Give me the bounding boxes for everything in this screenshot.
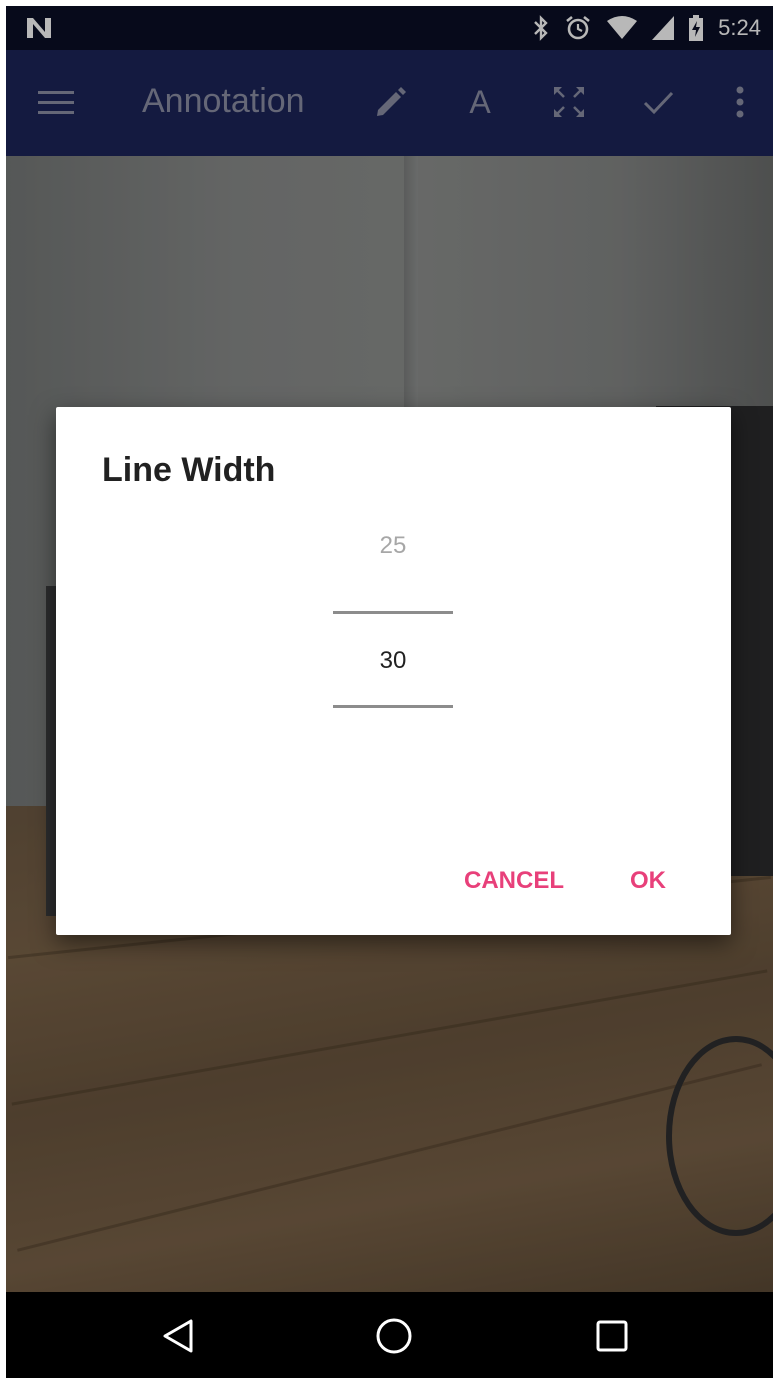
- ok-button[interactable]: OK: [630, 867, 666, 895]
- line-width-dialog: Line Width 25 30 CANCEL OK: [56, 407, 731, 935]
- picker-previous-value[interactable]: 25: [333, 532, 453, 560]
- picker-current-value[interactable]: 30: [333, 647, 453, 675]
- home-icon: [376, 1318, 412, 1354]
- home-button[interactable]: [372, 1314, 416, 1358]
- navigation-bar: [6, 1292, 773, 1378]
- recents-icon: [596, 1320, 628, 1352]
- screen: 5:24 Annotation A Line Width 25 30 CANCE…: [6, 6, 773, 1378]
- picker-divider-bottom: [333, 705, 453, 708]
- picker-divider-top: [333, 611, 453, 614]
- back-icon: [163, 1319, 193, 1353]
- cancel-button[interactable]: CANCEL: [464, 867, 564, 895]
- back-button[interactable]: [156, 1314, 200, 1358]
- recents-button[interactable]: [590, 1314, 634, 1358]
- dialog-title: Line Width: [102, 451, 276, 489]
